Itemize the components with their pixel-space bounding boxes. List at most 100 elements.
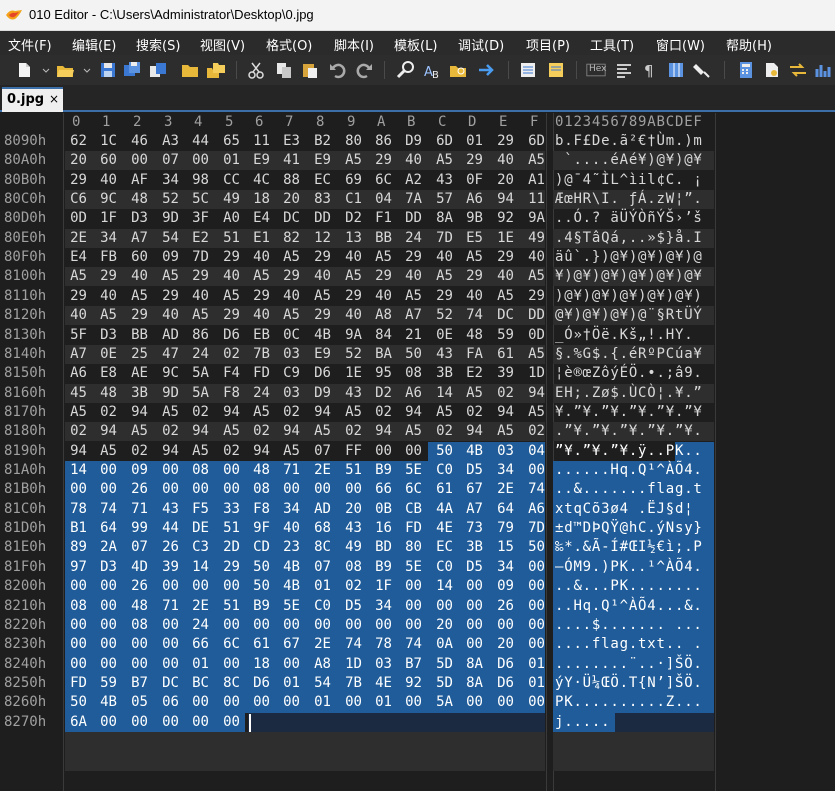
paragraph-icon[interactable]: ¶ (640, 60, 660, 80)
hex-byte[interactable]: 49 (343, 539, 364, 558)
hex-byte[interactable]: A5 (464, 249, 485, 268)
hex-byte[interactable]: 4B (281, 578, 302, 597)
hex-byte[interactable]: 78 (68, 501, 89, 520)
hex-byte[interactable]: 26 (129, 481, 150, 500)
hex-byte[interactable]: A5 (281, 249, 302, 268)
hex-byte[interactable]: DD (403, 210, 424, 229)
hex-byte[interactable]: 50 (251, 578, 272, 597)
hex-byte[interactable]: 00 (190, 578, 211, 597)
columns-icon[interactable] (666, 60, 686, 80)
hex-byte[interactable]: 4B (464, 443, 485, 462)
hex-byte[interactable]: E4 (251, 210, 272, 229)
compare-icon[interactable] (518, 60, 538, 80)
hex-byte[interactable]: DC (281, 210, 302, 229)
hex-byte[interactable]: D5 (343, 598, 364, 617)
hex-byte[interactable]: 20 (281, 191, 302, 210)
hex-byte[interactable]: 94 (464, 423, 485, 442)
hex-byte[interactable]: EC (434, 539, 455, 558)
hex-byte[interactable]: 34 (495, 559, 516, 578)
hex-byte[interactable]: 25 (129, 346, 150, 365)
hex-byte[interactable]: 0D (68, 210, 89, 229)
hex-byte[interactable]: 47 (160, 346, 181, 365)
hex-byte[interactable]: 09 (160, 249, 181, 268)
hex-byte[interactable]: 03 (495, 443, 516, 462)
hex-byte[interactable]: 46 (129, 133, 150, 152)
hex-byte[interactable]: 12 (312, 230, 333, 249)
hex-byte[interactable]: 48 (129, 598, 150, 617)
hex-byte[interactable]: 66 (373, 481, 394, 500)
hex-byte[interactable]: 39 (495, 365, 516, 384)
hex-byte[interactable]: 00 (281, 694, 302, 713)
hex-byte[interactable]: 5D (434, 675, 455, 694)
hex-byte[interactable]: A5 (221, 288, 242, 307)
hex-byte[interactable]: 01 (464, 133, 485, 152)
ascii-text[interactable]: )@¥)@¥)@¥)@¥)@¥) (555, 288, 703, 304)
hex-byte[interactable]: 4B (98, 694, 119, 713)
menu-item-5[interactable]: 脚本(I) (334, 35, 374, 54)
hex-byte[interactable]: A0 (221, 210, 242, 229)
hex-byte[interactable]: A5 (68, 404, 89, 423)
ascii-text[interactable]: ”¥.”¥.”¥.ÿ..PK.. (555, 443, 703, 459)
hex-byte[interactable]: 00 (403, 578, 424, 597)
hex-byte[interactable]: 04 (373, 191, 394, 210)
hex-byte[interactable]: 00 (373, 443, 394, 462)
hex-byte[interactable]: A5 (526, 346, 547, 365)
hex-byte[interactable]: 40 (160, 307, 181, 326)
hex-byte[interactable]: 00 (221, 578, 242, 597)
hex-byte[interactable]: 02 (221, 443, 242, 462)
hex-byte[interactable]: 52 (343, 346, 364, 365)
paste-icon[interactable] (300, 60, 320, 80)
hex-byte[interactable]: 5E (403, 559, 424, 578)
hex-byte[interactable]: 14 (434, 385, 455, 404)
hex-byte[interactable]: A5 (190, 307, 211, 326)
hex-byte[interactable]: 07 (312, 443, 333, 462)
hex-byte[interactable]: 00 (281, 481, 302, 500)
hex-byte[interactable]: A5 (221, 423, 242, 442)
hex-byte[interactable]: 71 (129, 501, 150, 520)
hex-byte[interactable]: 43 (343, 520, 364, 539)
hex-byte[interactable]: 82 (281, 230, 302, 249)
hex-byte[interactable]: 08 (251, 481, 272, 500)
ascii-text[interactable]: .4§TâQá‚..»$}å.I (555, 230, 703, 246)
hex-byte[interactable]: 44 (190, 133, 211, 152)
hex-byte[interactable]: 74 (526, 481, 547, 500)
hex-byte[interactable]: BB (129, 327, 150, 346)
hex-byte[interactable]: 40 (68, 307, 89, 326)
hex-byte[interactable]: 3B (434, 365, 455, 384)
hex-byte[interactable]: 4B (312, 327, 333, 346)
hex-byte[interactable]: 6C (403, 481, 424, 500)
hex-byte[interactable]: 29 (68, 172, 89, 191)
hex-byte[interactable]: E4 (68, 249, 89, 268)
hex-byte[interactable]: 9A (526, 210, 547, 229)
hex-byte[interactable]: 59 (495, 327, 516, 346)
hex-byte[interactable]: 1D (526, 365, 547, 384)
hex-byte[interactable]: 29 (403, 249, 424, 268)
hex-byte[interactable]: 00 (495, 617, 516, 636)
hex-byte[interactable]: 01 (281, 675, 302, 694)
hex-byte[interactable]: 97 (68, 559, 89, 578)
hex-byte[interactable]: C9 (281, 365, 302, 384)
hex-byte[interactable]: 00 (68, 481, 89, 500)
hex-byte[interactable]: 94 (373, 423, 394, 442)
hex-byte[interactable]: 00 (221, 656, 242, 675)
hex-byte[interactable]: 5C (190, 191, 211, 210)
hex-byte[interactable]: 40 (403, 152, 424, 171)
hex-byte[interactable]: 00 (98, 714, 119, 733)
hex-byte[interactable]: 00 (464, 636, 485, 655)
hex-byte[interactable]: A5 (251, 268, 272, 287)
open-dropdown-icon[interactable] (77, 60, 91, 80)
ascii-text[interactable]: ¦è®œZôýÉÖ.•.;â9. (555, 365, 703, 381)
hex-byte[interactable]: BD (373, 539, 394, 558)
hex-byte[interactable]: 94 (526, 385, 547, 404)
hex-byte[interactable]: 43 (160, 501, 181, 520)
hex-byte[interactable]: D2 (373, 385, 394, 404)
open-folder2-icon[interactable] (180, 60, 200, 80)
hex-byte[interactable]: 8A (434, 210, 455, 229)
hex-byte[interactable]: A8 (312, 656, 333, 675)
hex-byte[interactable]: 78 (373, 636, 394, 655)
hex-byte[interactable]: 00 (343, 481, 364, 500)
hex-byte[interactable]: 0F (464, 172, 485, 191)
hex-byte[interactable]: DD (312, 210, 333, 229)
hex-byte[interactable]: 40 (190, 288, 211, 307)
hex-byte[interactable]: 95 (373, 365, 394, 384)
